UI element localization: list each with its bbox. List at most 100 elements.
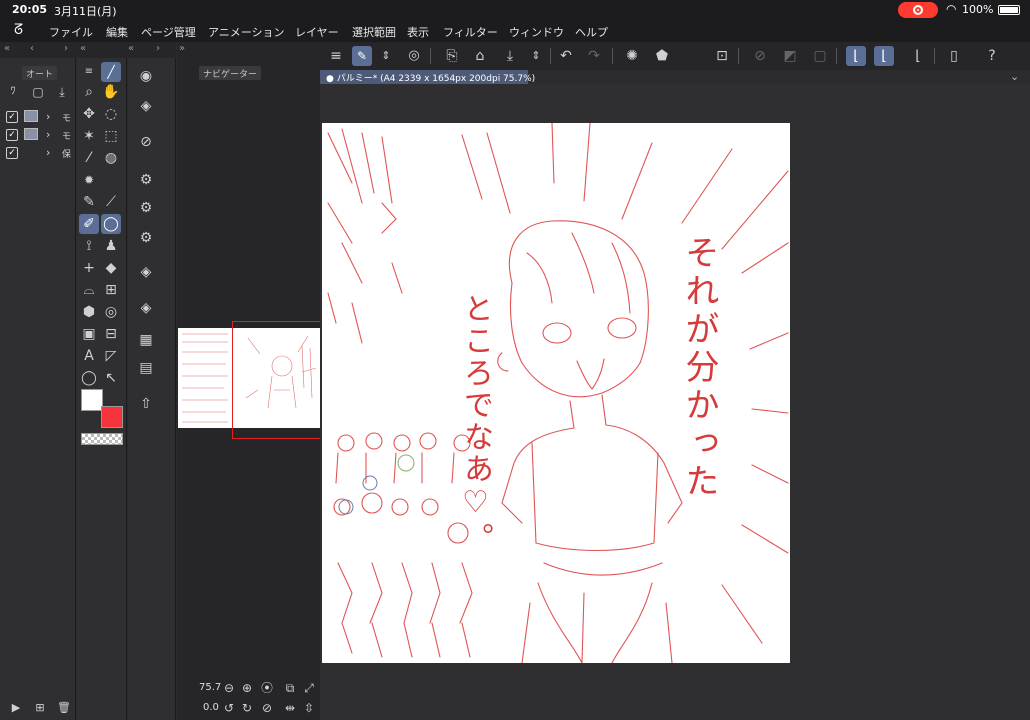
- save-stepper-icon[interactable]: ⇕: [526, 46, 546, 66]
- blend-mode-select[interactable]: ﾜ: [2, 82, 24, 102]
- menu-window[interactable]: ウィンドウ: [509, 24, 564, 40]
- correction-tool-icon[interactable]: ↖: [101, 368, 121, 388]
- loading-icon[interactable]: ✺: [622, 46, 642, 66]
- chevron-right-icon-2[interactable]: ›: [156, 43, 160, 54]
- menu-animation[interactable]: アニメーション: [208, 24, 285, 40]
- zoom-in-icon[interactable]: ⊕: [237, 678, 257, 698]
- pen-tool-icon[interactable]: ╱: [101, 62, 121, 82]
- hand-tool-icon[interactable]: ✋: [101, 82, 121, 102]
- chevron-down-icon[interactable]: ⌄: [1010, 70, 1019, 83]
- menu-view[interactable]: 表示: [407, 24, 429, 40]
- visibility-checkbox[interactable]: ✓: [6, 147, 18, 159]
- chevron-left-icon[interactable]: ‹: [30, 43, 34, 54]
- undo-icon[interactable]: ↶: [556, 46, 576, 66]
- brush-tool-icon[interactable]: ⟋: [101, 192, 121, 212]
- fill-bucket-icon[interactable]: ⬟: [652, 46, 672, 66]
- blend-tool-icon[interactable]: ◍: [101, 148, 121, 168]
- pattern-tool-icon[interactable]: ◎: [101, 302, 121, 322]
- expand-arrow-icon[interactable]: ›: [46, 110, 50, 123]
- gradient-tool-icon[interactable]: ▣: [79, 324, 99, 344]
- clear-selection-icon[interactable]: ⊘: [750, 46, 770, 66]
- app-logo-icon[interactable]: ᘔ: [14, 22, 23, 38]
- flip-vertical-icon[interactable]: ⇳: [299, 698, 319, 718]
- collapse-tools-icon[interactable]: «: [80, 43, 86, 54]
- menu-icon[interactable]: ≡: [79, 62, 99, 82]
- new-folder-icon[interactable]: ⊞: [30, 698, 50, 718]
- command-icon-5[interactable]: ⚙: [136, 198, 156, 218]
- menu-selection[interactable]: 選択範囲: [352, 24, 396, 40]
- marker-tool-icon[interactable]: ✐: [79, 214, 99, 234]
- rotate-right-icon[interactable]: ↻: [237, 698, 257, 718]
- command-icon-11[interactable]: ⇧: [136, 394, 156, 414]
- actual-size-icon[interactable]: ⦿: [257, 678, 277, 698]
- line-snap-icon[interactable]: ⌊: [908, 46, 928, 66]
- command-icon-2[interactable]: ◈: [136, 96, 156, 116]
- transform-icon[interactable]: ⊡: [712, 46, 732, 66]
- fit-window-icon[interactable]: ⤢: [299, 678, 319, 698]
- pencil-tool-icon[interactable]: ✎: [79, 192, 99, 212]
- brush-snap-icon[interactable]: ⌊: [874, 46, 894, 66]
- menu-file[interactable]: ファイル: [49, 24, 93, 40]
- airbrush-icon[interactable]: ⟟: [79, 236, 99, 256]
- menu-edit[interactable]: 編集: [106, 24, 128, 40]
- menu-help[interactable]: ヘルプ: [575, 24, 608, 40]
- ruler-snap-icon[interactable]: ⌊: [846, 46, 866, 66]
- zoom-out-icon[interactable]: ⊖: [219, 678, 239, 698]
- merge-down-icon[interactable]: ⤓: [52, 82, 72, 102]
- device-icon[interactable]: ▯: [944, 46, 964, 66]
- stepper-icon[interactable]: ⇕: [376, 46, 396, 66]
- sub-color-swatch[interactable]: [101, 406, 123, 428]
- blur-tool-icon[interactable]: ⌓: [79, 280, 99, 300]
- layer-row[interactable]: ✓ › モ: [2, 108, 74, 126]
- select-layer-icon[interactable]: ⬚: [101, 126, 121, 146]
- command-icon-4[interactable]: ⚙: [136, 170, 156, 190]
- delete-layer-icon[interactable]: 🗑: [54, 698, 74, 718]
- transparent-color-swatch[interactable]: [81, 433, 123, 445]
- canvas-tab[interactable]: ● パルミー* (A4 2339 x 1654px 200dpi 75.7%): [320, 70, 535, 84]
- new-layer-icon[interactable]: ▢: [28, 82, 48, 102]
- command-icon-1[interactable]: ◉: [136, 66, 156, 86]
- visibility-checkbox[interactable]: ✓: [6, 129, 18, 141]
- layers-icon[interactable]: ◈: [136, 262, 156, 282]
- save-icon[interactable]: ⤓: [500, 46, 520, 66]
- fill-tool-icon[interactable]: ⬢: [79, 302, 99, 322]
- command-icon-9[interactable]: ▦: [136, 330, 156, 350]
- chevron-right-icon[interactable]: ›: [64, 43, 68, 54]
- zoom-tool-icon[interactable]: ⌕: [79, 82, 99, 102]
- tab-navigator[interactable]: ナビゲーター: [199, 66, 262, 80]
- menu-page[interactable]: ページ管理: [141, 24, 196, 40]
- expand-icon[interactable]: »: [179, 43, 185, 54]
- open-file-icon[interactable]: ⌂: [470, 46, 490, 66]
- navigator-view-frame[interactable]: [232, 321, 322, 439]
- decoration-tool-icon[interactable]: ♟: [101, 236, 121, 256]
- layer-row[interactable]: ✓ › モ: [2, 126, 74, 144]
- timeline-icon[interactable]: ▤: [136, 358, 156, 378]
- balloon-speech-icon[interactable]: ◯: [79, 368, 99, 388]
- menu-filter[interactable]: フィルター: [443, 24, 498, 40]
- collapse-subtool-icon[interactable]: «: [128, 43, 134, 54]
- frame-tool-icon[interactable]: ⊟: [101, 324, 121, 344]
- visibility-checkbox[interactable]: ✓: [6, 111, 18, 123]
- selection-frame-icon[interactable]: ▢: [810, 46, 830, 66]
- new-file-icon[interactable]: ⎘: [442, 46, 462, 66]
- command-icon-8[interactable]: ◈: [136, 298, 156, 318]
- invert-selection-icon[interactable]: ◩: [780, 46, 800, 66]
- text-tool-icon[interactable]: A: [79, 346, 99, 366]
- edit-pen-icon[interactable]: ✎: [352, 46, 372, 66]
- hamburger-menu-icon[interactable]: ≡: [326, 46, 346, 66]
- ruler-tool-icon[interactable]: ◸: [101, 346, 121, 366]
- eyedropper-icon[interactable]: ⁄: [79, 148, 99, 168]
- drawing-canvas[interactable]: それが分かった ところでなあ♡。: [322, 122, 790, 664]
- reset-rotation-icon[interactable]: ⊘: [257, 698, 277, 718]
- menu-layer[interactable]: レイヤー: [295, 24, 339, 40]
- screen-recording-icon[interactable]: [898, 2, 938, 18]
- balloon-tool-icon[interactable]: ◯: [101, 214, 121, 234]
- expand-arrow-icon[interactable]: ›: [46, 146, 50, 159]
- rotate-left-icon[interactable]: ↺: [219, 698, 239, 718]
- redo-icon[interactable]: ↷: [584, 46, 604, 66]
- collapse-left-icon[interactable]: «: [4, 43, 10, 54]
- expand-arrow-icon[interactable]: ›: [46, 128, 50, 141]
- layer-row[interactable]: ✓ › 保: [2, 144, 74, 162]
- sparkle-tool-icon[interactable]: +: [79, 258, 99, 278]
- effect-line-icon[interactable]: ✹: [79, 170, 99, 190]
